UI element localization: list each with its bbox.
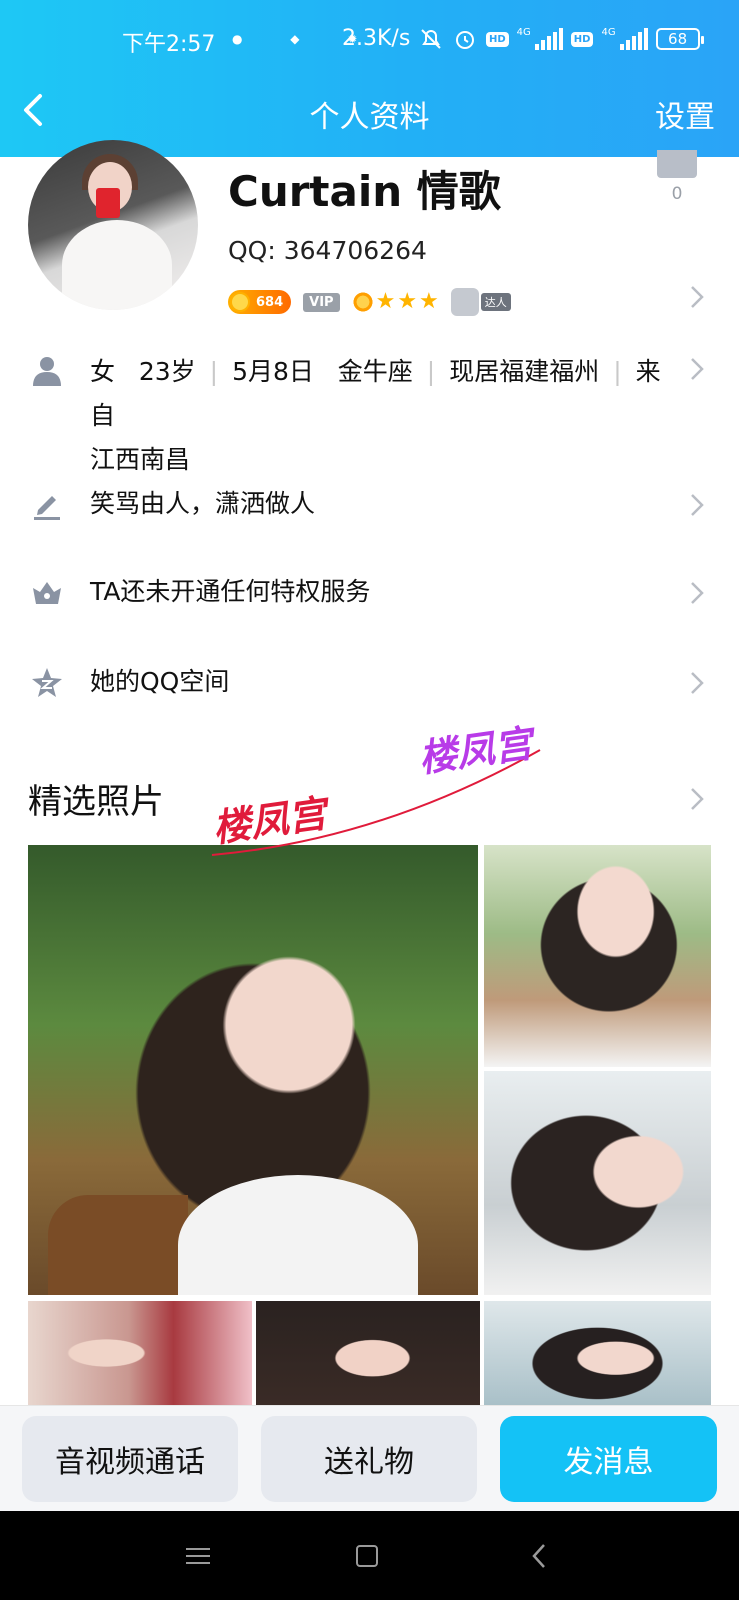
menu-icon[interactable] [186, 1547, 210, 1565]
daren-label: 达人 [480, 293, 511, 311]
photo-thumbnail[interactable] [484, 845, 711, 1067]
network-speed: 2.3K/s [342, 26, 411, 51]
level-badge: 684 [228, 290, 292, 314]
network-type: 4G [516, 27, 531, 38]
home-icon[interactable] [356, 1545, 378, 1567]
system-back-icon[interactable] [530, 1541, 548, 1571]
gender: 女 [90, 357, 116, 386]
qq-level-stars: ★ ★ ★ [351, 289, 439, 314]
star-icon: ★ [375, 289, 396, 314]
avatar[interactable] [28, 140, 198, 310]
status-time: 下午2:57 [122, 32, 216, 57]
star-icon: ★ [419, 289, 439, 314]
qzone-text: 她的QQ空间 [90, 667, 230, 696]
action-bar: 音视频通话 送礼物 发消息 [0, 1405, 739, 1511]
mute-bell-icon [421, 29, 441, 49]
hd-badge: HD [486, 31, 509, 47]
daren-badge: 达人 [450, 288, 511, 316]
sun-icon [351, 291, 374, 313]
photo-thumbnail[interactable] [256, 1301, 480, 1405]
birthday: 5月8日 [232, 357, 314, 386]
av-call-button[interactable]: 音视频通话 [22, 1416, 238, 1502]
crown-icon [33, 582, 61, 604]
signature-text: 笑骂由人，潇洒做人 [90, 489, 316, 518]
privilege-text: TA还未开通任何特权服务 [90, 577, 371, 606]
battery-icon: 68 [655, 28, 704, 50]
privilege-row[interactable]: TA还未开通任何特权服务 [0, 570, 739, 620]
photo-grid [28, 845, 711, 1405]
thumbs-up-icon [657, 150, 697, 178]
badges-chevron-icon[interactable] [689, 284, 705, 310]
person-icon [33, 357, 61, 386]
signal-icon-2: 4G [601, 27, 648, 50]
zodiac: 金牛座 [337, 357, 413, 386]
coin-icon [230, 292, 250, 312]
qq-number: QQ: 364706264 [228, 236, 427, 265]
age: 23岁 [138, 357, 196, 386]
header-bar: 下午2:57 ● ◆ ✹ 2.3K/s HD 4G HD 4G 68 个人资料 … [0, 0, 739, 157]
system-navigation-bar [0, 1511, 739, 1600]
alarm-icon [456, 31, 474, 49]
status-icons: HD 4G HD 4G 68 [418, 26, 704, 52]
photos-section-title: 精选照片 [28, 782, 164, 822]
star-icon: ★ [397, 289, 418, 314]
badge-row[interactable]: 684 VIP ★ ★ ★ 达人 [228, 288, 511, 316]
level-value: 684 [256, 294, 284, 310]
vip-badge: VIP [303, 292, 340, 312]
chevron-right-icon [689, 492, 705, 518]
chevron-right-icon [689, 580, 705, 606]
qzone-star-icon [32, 668, 62, 697]
settings-button[interactable]: 设置 [655, 92, 715, 136]
photos-chevron-icon[interactable] [689, 786, 705, 812]
photo-thumbnail[interactable] [484, 1071, 711, 1295]
wing-icon [450, 288, 479, 316]
like-button[interactable]: 0 [657, 150, 697, 204]
photo-thumbnail[interactable] [28, 1301, 252, 1405]
send-message-button[interactable]: 发消息 [500, 1416, 717, 1502]
status-bar: 下午2:57 ● ◆ ✹ 2.3K/s HD 4G HD 4G 68 [0, 20, 739, 60]
pencil-icon [34, 496, 60, 520]
basic-info-row[interactable]: 女 23岁 | 5月8日 金牛座 | 现居福建福州 | 来自 江西南昌 [0, 350, 739, 474]
basic-info-text: 女 23岁 | 5月8日 金牛座 | 现居福建福州 | 来自 江西南昌 [90, 357, 661, 474]
signal-icon: 4G [516, 27, 563, 50]
hd-badge-2: HD [570, 31, 594, 47]
profile-name: Curtain 情歌 [228, 167, 501, 216]
page-title: 个人资料 [309, 100, 430, 135]
network-type-2: 4G [601, 27, 616, 38]
send-gift-button[interactable]: 送礼物 [261, 1416, 477, 1502]
navigation-bar: 个人资料 设置 [0, 80, 739, 140]
chevron-right-icon [689, 356, 705, 382]
location: 现居福建福州 [449, 357, 600, 386]
hometown: 江西南昌 [90, 445, 191, 474]
like-count: 0 [671, 184, 683, 204]
photo-main[interactable] [28, 845, 478, 1295]
qzone-row[interactable]: 她的QQ空间 [0, 660, 739, 710]
signature-row[interactable]: 笑骂由人，潇洒做人 [0, 482, 739, 532]
chevron-right-icon [689, 670, 705, 696]
photo-thumbnail[interactable] [484, 1301, 711, 1405]
